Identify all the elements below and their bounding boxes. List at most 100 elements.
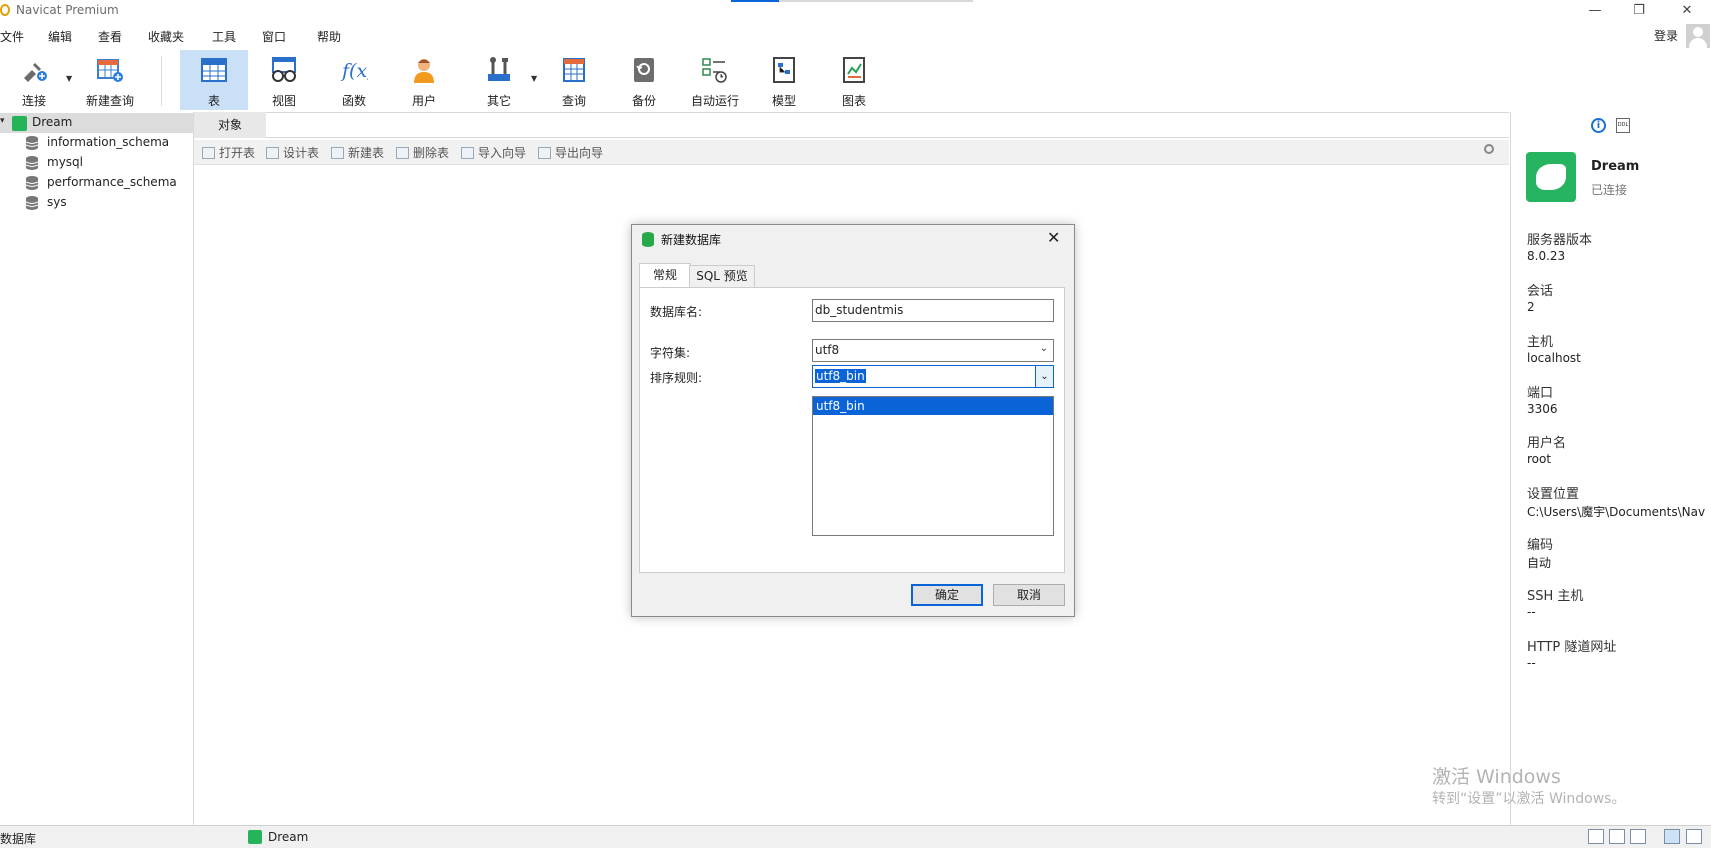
tree-expand-icon[interactable]: ▾: [0, 116, 5, 126]
restore-icon[interactable]: ❐: [1617, 0, 1661, 22]
user-button[interactable]: 用户: [390, 50, 458, 110]
search-icon[interactable]: [1484, 144, 1494, 154]
tree-connection-label: Dream: [32, 115, 73, 129]
tab-indicator-strip: [731, 0, 973, 2]
autorun-button[interactable]: 自动运行: [680, 50, 750, 110]
grid-view-icon[interactable]: [1588, 829, 1604, 844]
menu-window[interactable]: 窗口: [262, 28, 286, 45]
open-table-button[interactable]: 打开表: [202, 144, 255, 161]
connection-status: 已连接: [1591, 183, 1628, 197]
ok-button[interactable]: 确定: [911, 584, 983, 606]
charset-value: utf8: [815, 343, 840, 357]
backup-icon: [634, 58, 654, 82]
cancel-button[interactable]: 取消: [993, 584, 1065, 606]
tree-db-performance-schema[interactable]: performance_schema: [0, 173, 193, 193]
database-icon: [642, 232, 654, 247]
database-icon: [26, 136, 38, 150]
host-value: localhost: [1527, 351, 1581, 365]
split-pane-toggle-icon[interactable]: [1686, 829, 1702, 844]
tree-connection-dream[interactable]: ▾ Dream: [0, 113, 193, 133]
function-button[interactable]: f(x) 函数: [320, 50, 388, 110]
collation-value: utf8_bin: [815, 369, 866, 383]
http-tunnel-label: HTTP 隧道网址: [1527, 640, 1617, 655]
tree-db-information-schema[interactable]: information_schema: [0, 133, 193, 153]
collation-select[interactable]: utf8_bin ⌄: [812, 365, 1054, 388]
close-icon[interactable]: ✕: [1047, 228, 1060, 247]
minimize-icon[interactable]: —: [1573, 0, 1617, 22]
connect-dropdown-icon[interactable]: ▼: [66, 74, 72, 83]
tab-general[interactable]: 常规: [639, 263, 691, 287]
new-table-button[interactable]: 新建表: [331, 144, 384, 161]
tab-strip: [266, 112, 1509, 138]
user-label: 用户: [411, 94, 436, 108]
tab-indicator-fill: [731, 0, 779, 2]
list-view-icon[interactable]: [1609, 829, 1625, 844]
tab-sql-preview[interactable]: SQL 预览: [689, 265, 755, 287]
menu-view[interactable]: 查看: [98, 28, 122, 45]
db-name-input[interactable]: db_studentmis: [812, 299, 1054, 322]
query-label: 查询: [561, 94, 586, 108]
connection-info-panel: i DDL Dream 已连接 服务器版本 8.0.23 会话 2 主机 loc…: [1510, 112, 1711, 825]
chevron-down-icon: ⌄: [1039, 343, 1048, 354]
title-bar: Navicat Premium — ❐ ✕: [0, 0, 1711, 22]
database-icon: [26, 176, 38, 190]
other-button[interactable]: 其它: [465, 50, 533, 110]
new-query-icon: [97, 59, 123, 82]
database-icon: [26, 196, 38, 210]
login-link[interactable]: 登录: [1654, 27, 1678, 44]
tree-db-sys[interactable]: sys: [0, 193, 193, 213]
model-label: 模型: [771, 94, 796, 108]
new-query-button[interactable]: 新建查询: [76, 50, 144, 110]
charset-select[interactable]: utf8 ⌄: [812, 339, 1054, 362]
settings-location-value: C:\Users\魔宇\Documents\Nav: [1527, 505, 1706, 519]
import-wizard-button[interactable]: 导入向导: [461, 144, 526, 161]
dolphin-logo-icon: [1526, 152, 1576, 202]
user-icon: [414, 59, 434, 83]
view-button[interactable]: 视图: [250, 50, 318, 110]
collation-option[interactable]: utf8_bin: [813, 397, 1053, 415]
new-table-icon: [331, 147, 344, 159]
menu-help[interactable]: 帮助: [317, 28, 341, 45]
dolphin-shape: [1536, 164, 1566, 190]
model-icon: [773, 57, 795, 83]
close-window-icon[interactable]: ✕: [1665, 0, 1709, 22]
collation-dropdown-list: utf8_bin: [812, 396, 1054, 536]
info-pane-toggle-icon[interactable]: [1664, 829, 1680, 844]
table-icon: [201, 58, 227, 82]
export-wizard-button[interactable]: 导出向导: [538, 144, 603, 161]
window-title: Navicat Premium: [16, 3, 119, 17]
connect-button[interactable]: 连接: [0, 50, 68, 110]
app-logo-icon: [0, 4, 10, 16]
menu-favorites[interactable]: 收藏夹: [148, 28, 184, 45]
menu-file[interactable]: 文件: [0, 28, 24, 45]
tree-db-label: sys: [47, 195, 67, 209]
dolphin-connection-icon: [248, 830, 262, 844]
menu-tools[interactable]: 工具: [212, 28, 236, 45]
chevron-down-icon[interactable]: ⌄: [1035, 366, 1053, 387]
info-icon[interactable]: i: [1591, 118, 1606, 133]
design-table-button[interactable]: 设计表: [266, 144, 319, 161]
other-dropdown-icon[interactable]: ▼: [531, 74, 537, 83]
model-button[interactable]: 模型: [750, 50, 818, 110]
backup-label: 备份: [631, 94, 656, 108]
port-label: 端口: [1527, 386, 1554, 401]
tree-db-mysql[interactable]: mysql: [0, 153, 193, 173]
function-label: 函数: [341, 94, 366, 108]
dialog-title: 新建数据库: [661, 233, 722, 247]
detail-view-icon[interactable]: [1630, 829, 1646, 844]
tab-objects[interactable]: 对象: [194, 112, 267, 138]
backup-button[interactable]: 备份: [610, 50, 678, 110]
status-bar: 数据库 Dream: [0, 825, 1711, 848]
chart-button[interactable]: 图表: [820, 50, 888, 110]
activation-watermark-title: 激活 Windows: [1432, 766, 1561, 788]
avatar[interactable]: [1686, 24, 1710, 48]
delete-table-button[interactable]: 删除表: [396, 144, 449, 161]
import-wizard-label: 导入向导: [478, 146, 527, 160]
menu-edit[interactable]: 编辑: [48, 28, 72, 45]
ddl-icon[interactable]: DDL: [1616, 118, 1630, 133]
design-table-label: 设计表: [283, 146, 320, 160]
username-value: root: [1527, 452, 1552, 466]
main-toolbar: 连接 ▼ 新建查询 表 视图 f(x) 函数 用户 其它 ▼ 查询 备份 自动运…: [0, 48, 1711, 112]
query-button[interactable]: 查询: [540, 50, 608, 110]
table-button[interactable]: 表: [180, 50, 248, 110]
